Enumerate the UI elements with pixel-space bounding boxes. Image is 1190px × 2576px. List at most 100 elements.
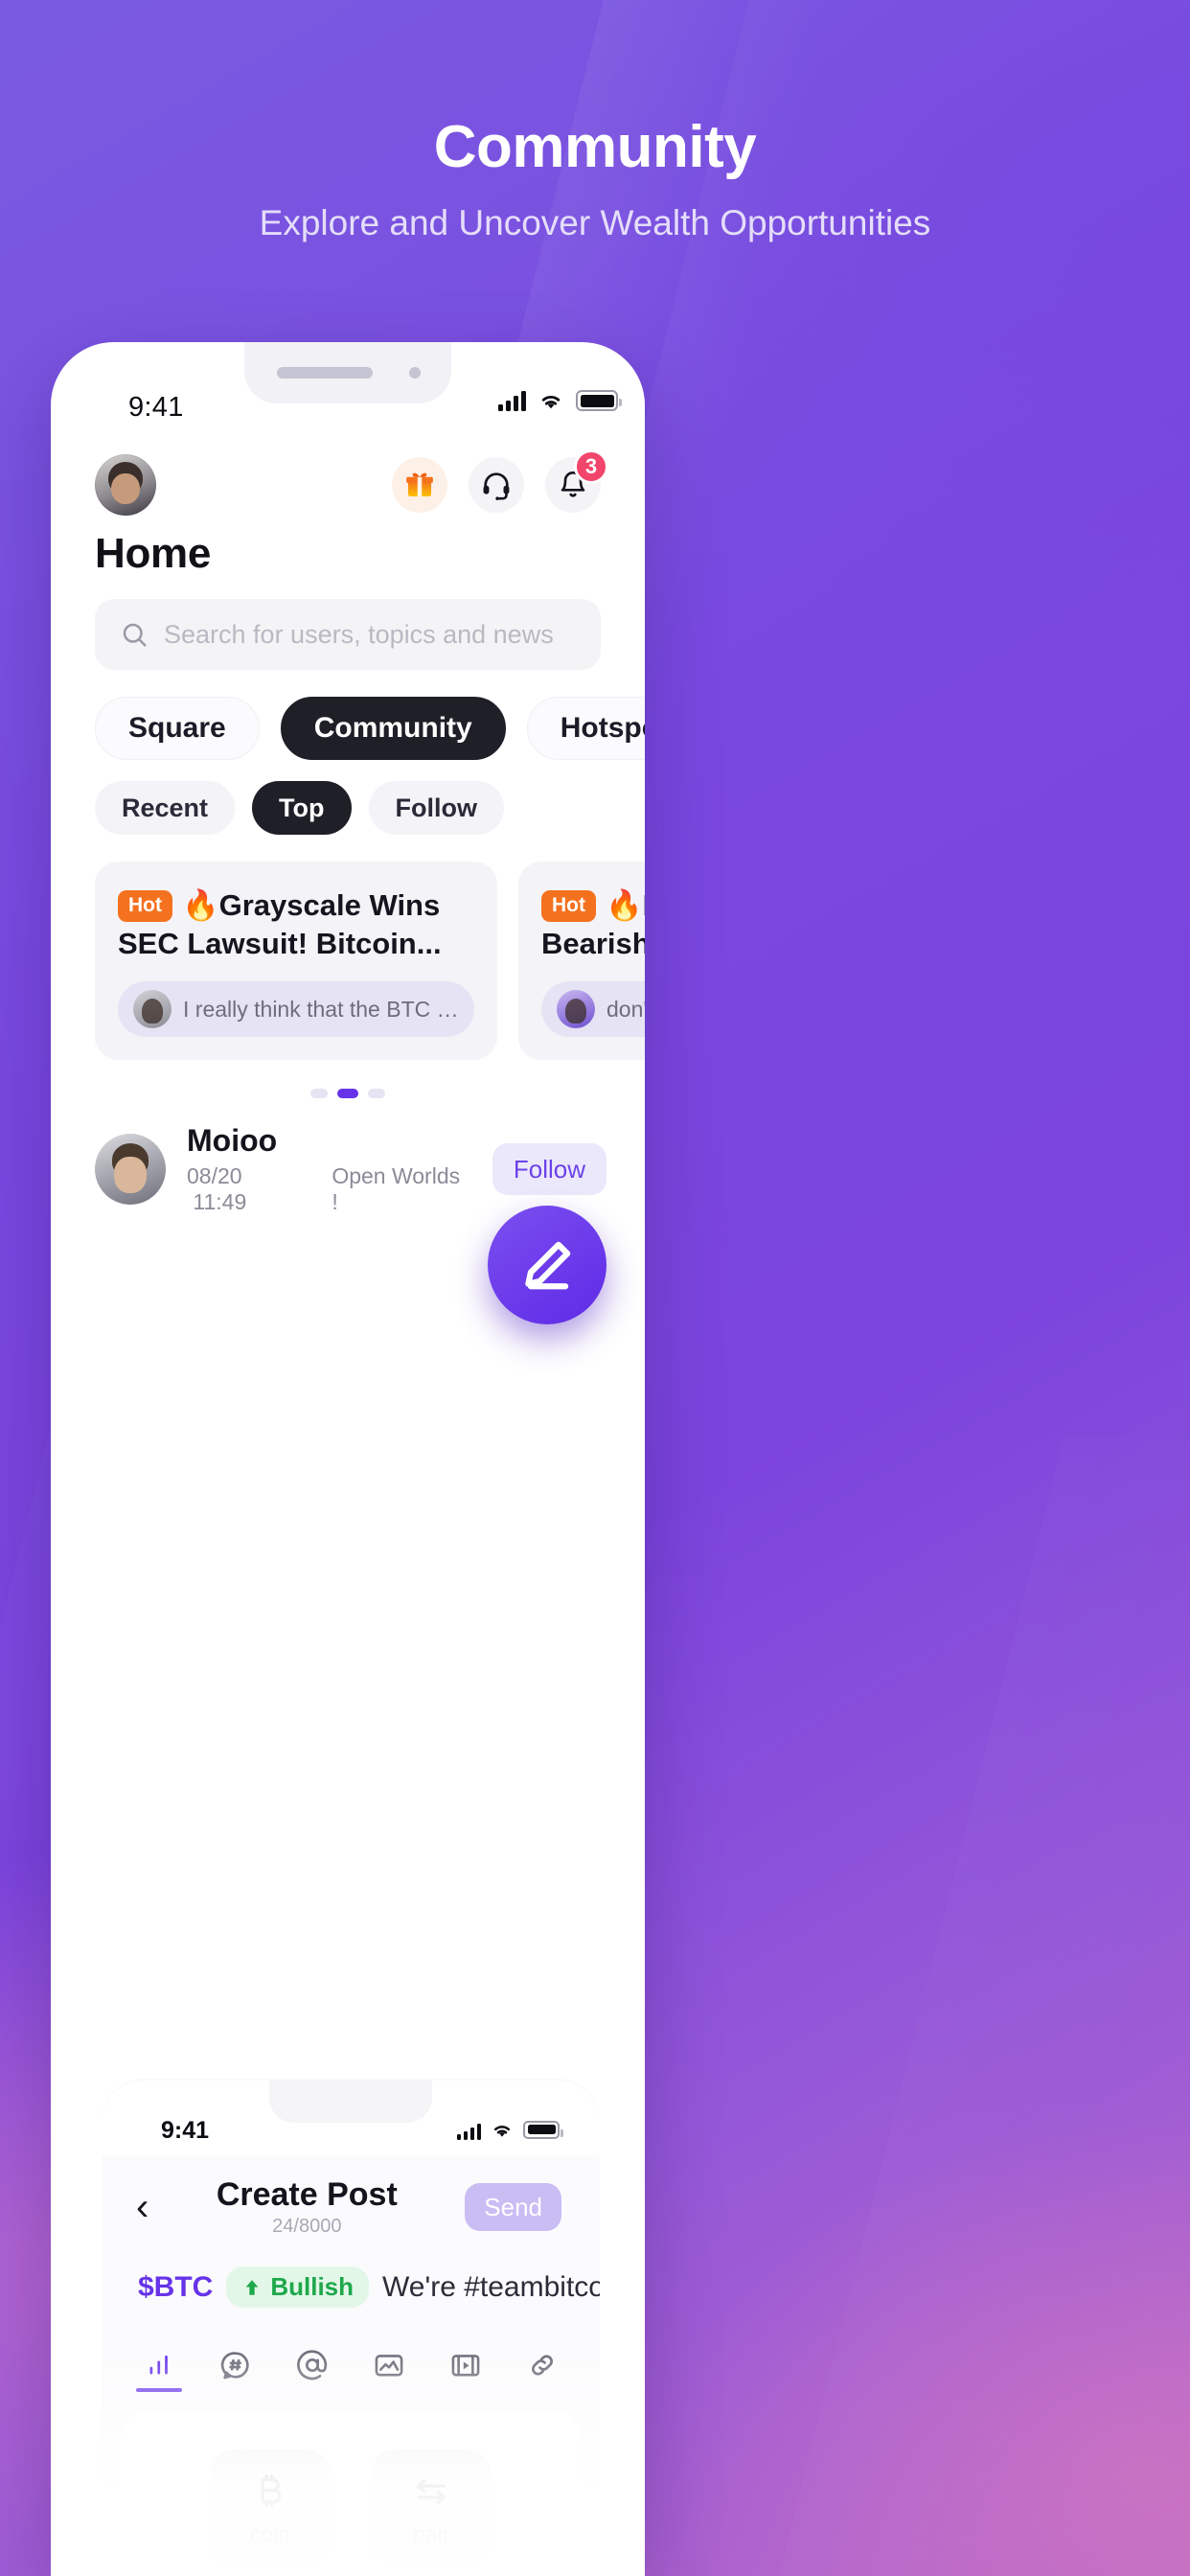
subtab-follow[interactable]: Follow bbox=[368, 781, 504, 835]
subtab-top[interactable]: Top bbox=[252, 781, 352, 835]
quick-action-panel: coin pair bbox=[121, 2411, 581, 2576]
search-input[interactable]: Search for users, topics and news bbox=[164, 620, 554, 650]
sentiment-label: Bullish bbox=[270, 2272, 355, 2301]
chart-icon[interactable] bbox=[130, 2340, 188, 2392]
notification-badge: 3 bbox=[574, 449, 608, 484]
post-date: 08/20 11:49 bbox=[187, 1163, 307, 1215]
screen-root: Community Explore and Uncover Wealth Opp… bbox=[0, 0, 1190, 2576]
mention-icon[interactable] bbox=[284, 2340, 341, 2390]
hot-card-title-row: Hot🔥NFT Market Bearish Sentiment?... bbox=[541, 886, 645, 962]
composer-toolbar bbox=[130, 2308, 571, 2392]
tab-community[interactable]: Community bbox=[280, 697, 506, 760]
avatar bbox=[133, 990, 172, 1029]
composer-content: $BTC Bullish We're #teambitcoin bbox=[102, 2238, 600, 2308]
hot-card-title-row: Hot 🔥Grayscale Wins SEC Lawsuit! Bitcoin.… bbox=[118, 886, 474, 962]
subtab-label: Recent bbox=[122, 793, 209, 822]
quick-action-pair[interactable]: pair bbox=[372, 2450, 491, 2568]
tab-square[interactable]: Square bbox=[95, 697, 260, 760]
bell-icon[interactable]: 3 bbox=[545, 449, 608, 513]
hot-card-comment-text: don't forget to read through... bbox=[606, 996, 645, 1022]
chevron-left-icon[interactable]: ‹ bbox=[136, 2188, 149, 2226]
page-title: Home bbox=[95, 530, 212, 577]
background-sheen bbox=[776, 1438, 1190, 2576]
hero-subtitle: Explore and Uncover Wealth Opportunities bbox=[259, 203, 931, 242]
fire-icon: 🔥 bbox=[182, 888, 219, 922]
inner-phone-mockup: 9:41 ‹ Create Post 24/8000 Send $BTC Bul… bbox=[102, 2081, 600, 2576]
hot-card-comment-text: I really think that the BTC S... bbox=[183, 996, 459, 1022]
phone-mockup: 9:41 3 Home Search for users, topics and… bbox=[51, 342, 645, 2576]
post-submeta: 08/20 11:49 Open Worlds ! bbox=[187, 1163, 471, 1215]
hero-title: Community bbox=[433, 114, 757, 180]
status-badge: Hot bbox=[118, 890, 172, 922]
signal-icon bbox=[457, 2119, 481, 2140]
ticker-tag[interactable]: $BTC bbox=[138, 2271, 213, 2304]
carousel-dot-active[interactable] bbox=[337, 1089, 358, 1099]
carousel-dot[interactable] bbox=[310, 1089, 328, 1099]
avatar[interactable] bbox=[95, 1134, 166, 1206]
post-header: Moioo 08/20 11:49 Open Worlds ! Follow bbox=[51, 1098, 645, 1215]
hot-card[interactable]: Hot 🔥Grayscale Wins SEC Lawsuit! Bitcoin.… bbox=[95, 862, 497, 1061]
follow-button[interactable]: Follow bbox=[492, 1143, 606, 1196]
post-time-value: 11:49 bbox=[193, 1189, 247, 1215]
arrow-up-icon bbox=[245, 2279, 259, 2295]
post-tag[interactable]: Open Worlds ! bbox=[332, 1163, 471, 1215]
inner-nav-titles: Create Post 24/8000 bbox=[149, 2176, 465, 2238]
hot-card[interactable]: Hot🔥NFT Market Bearish Sentiment?... don… bbox=[518, 862, 645, 1061]
wifi-icon bbox=[493, 2125, 511, 2137]
quick-action-label: pair bbox=[412, 2520, 450, 2546]
inner-status-indicators bbox=[457, 2119, 563, 2140]
status-indicators bbox=[498, 390, 622, 411]
subtab-label: Follow bbox=[395, 793, 477, 822]
avatar[interactable] bbox=[95, 454, 156, 516]
image-icon[interactable] bbox=[360, 2340, 418, 2390]
headset-icon[interactable] bbox=[469, 457, 524, 513]
subtab-label: Top bbox=[279, 793, 325, 822]
subtab-strip[interactable]: Recent Top Follow bbox=[51, 760, 645, 835]
status-badge: Hot bbox=[541, 890, 596, 922]
video-icon[interactable] bbox=[437, 2340, 494, 2390]
link-icon[interactable] bbox=[514, 2340, 571, 2390]
signal-icon bbox=[498, 390, 526, 411]
compose-fab[interactable] bbox=[488, 1206, 606, 1324]
pencil-icon bbox=[525, 1241, 571, 1290]
phone-screen: 9:41 3 Home Search for users, topics and… bbox=[51, 342, 645, 2576]
status-bar: 9:41 bbox=[51, 342, 645, 434]
app-header: 3 bbox=[51, 434, 645, 526]
swap-icon bbox=[417, 2478, 446, 2504]
tab-hotspot[interactable]: Hotspot 🔥 bbox=[526, 697, 645, 760]
gift-icon[interactable] bbox=[392, 457, 447, 513]
notch bbox=[244, 342, 451, 403]
search-icon bbox=[123, 623, 147, 647]
inner-page-title: Create Post bbox=[216, 2176, 398, 2213]
subtab-recent[interactable]: Recent bbox=[95, 781, 236, 835]
fire-icon: 🔥 bbox=[606, 888, 643, 922]
status-time: 9:41 bbox=[128, 392, 184, 423]
carousel-dot[interactable] bbox=[368, 1089, 385, 1099]
inner-nav-bar: ‹ Create Post 24/8000 Send bbox=[102, 2155, 600, 2238]
inner-status-time: 9:41 bbox=[161, 2117, 210, 2144]
hot-card-comment[interactable]: I really think that the BTC S... bbox=[118, 981, 474, 1038]
post-author[interactable]: Moioo bbox=[187, 1123, 471, 1159]
composer-text[interactable]: We're #teambitcoin bbox=[382, 2271, 600, 2304]
hot-card-carousel[interactable]: Hot 🔥Grayscale Wins SEC Lawsuit! Bitcoin.… bbox=[51, 835, 645, 1061]
bitcoin-icon bbox=[261, 2473, 282, 2507]
tab-label: Square bbox=[128, 712, 226, 744]
avatar bbox=[557, 990, 595, 1029]
notch-speaker bbox=[277, 367, 373, 379]
battery-icon bbox=[523, 2120, 563, 2139]
tab-label: Hotspot bbox=[560, 712, 645, 744]
hot-card-comment[interactable]: don't forget to read through... bbox=[541, 981, 645, 1038]
quick-action-coin[interactable]: coin bbox=[211, 2450, 330, 2568]
post-meta: Moioo 08/20 11:49 Open Worlds ! bbox=[187, 1123, 471, 1215]
send-button[interactable]: Send bbox=[465, 2183, 561, 2231]
sentiment-badge[interactable]: Bullish bbox=[226, 2266, 370, 2308]
carousel-dots[interactable] bbox=[51, 1060, 645, 1099]
hashtag-bubble-icon[interactable] bbox=[207, 2340, 264, 2390]
character-counter: 24/8000 bbox=[272, 2216, 342, 2237]
search-bar[interactable]: Search for users, topics and news bbox=[95, 599, 601, 670]
tab-strip[interactable]: Square Community Hotspot 🔥 N bbox=[51, 670, 645, 760]
inner-status-bar: 9:41 bbox=[102, 2081, 600, 2155]
wifi-icon bbox=[541, 395, 561, 409]
post-date-value: 08/20 bbox=[187, 1163, 242, 1189]
battery-icon bbox=[576, 390, 622, 411]
